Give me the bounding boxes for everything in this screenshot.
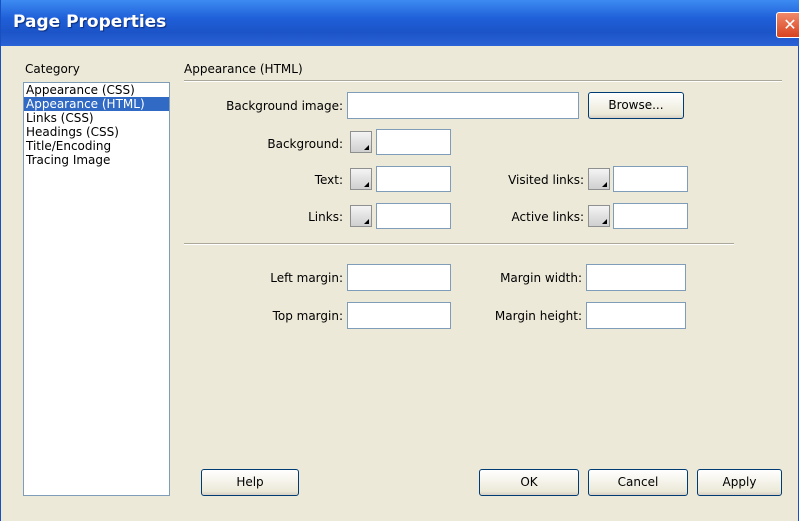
dropdown-corner-icon xyxy=(364,140,369,150)
category-item-appearance-css[interactable]: Appearance (CSS) xyxy=(24,83,169,97)
background-color-input[interactable] xyxy=(376,129,451,155)
margin-height-label: Margin height: xyxy=(494,309,582,323)
left-margin-label: Left margin: xyxy=(270,271,343,285)
ok-button[interactable]: OK xyxy=(479,469,579,496)
background-color-picker[interactable] xyxy=(350,131,372,153)
visited-links-color-picker[interactable] xyxy=(588,168,610,190)
text-color-label: Text: xyxy=(314,173,343,187)
page-properties-dialog: Page Properties ✕ Category Appearance (C… xyxy=(0,0,799,521)
dropdown-corner-icon xyxy=(602,177,607,187)
top-margin-label: Top margin: xyxy=(272,309,343,323)
links-color-picker[interactable] xyxy=(350,205,372,227)
background-label: Background: xyxy=(267,137,343,151)
dropdown-corner-icon xyxy=(364,177,369,187)
background-image-label: Background image: xyxy=(226,99,343,113)
top-margin-input[interactable] xyxy=(347,302,451,329)
margin-height-input[interactable] xyxy=(586,302,686,329)
dropdown-corner-icon xyxy=(364,214,369,224)
active-links-color-picker[interactable] xyxy=(588,205,610,227)
dropdown-corner-icon xyxy=(602,214,607,224)
visited-links-label: Visited links: xyxy=(508,173,584,187)
category-item-headings-css[interactable]: Headings (CSS) xyxy=(24,125,169,139)
text-color-picker[interactable] xyxy=(350,168,372,190)
left-margin-input[interactable] xyxy=(347,264,451,291)
active-links-label: Active links: xyxy=(511,210,584,224)
visited-links-color-input[interactable] xyxy=(613,166,688,192)
links-color-label: Links: xyxy=(308,210,343,224)
apply-button[interactable]: Apply xyxy=(697,469,782,496)
margin-width-label: Margin width: xyxy=(500,271,582,285)
links-color-input[interactable] xyxy=(376,203,451,229)
panel-heading: Appearance (HTML) xyxy=(184,62,303,76)
active-links-color-input[interactable] xyxy=(613,203,688,229)
margin-width-input[interactable] xyxy=(586,264,686,291)
category-item-appearance-html[interactable]: Appearance (HTML) xyxy=(24,97,169,111)
heading-divider xyxy=(184,80,782,82)
text-color-input[interactable] xyxy=(376,166,451,192)
browse-button[interactable]: Browse... xyxy=(588,92,684,119)
category-label: Category xyxy=(25,62,80,76)
background-image-input[interactable] xyxy=(347,92,579,119)
dialog-title: Page Properties xyxy=(13,12,167,32)
section-divider xyxy=(184,243,734,245)
help-button[interactable]: Help xyxy=(201,469,299,496)
close-button[interactable]: ✕ xyxy=(776,12,799,38)
cancel-button[interactable]: Cancel xyxy=(588,469,688,496)
close-icon: ✕ xyxy=(783,15,797,34)
category-item-links-css[interactable]: Links (CSS) xyxy=(24,111,169,125)
title-bar[interactable]: Page Properties ✕ xyxy=(1,0,799,46)
category-item-tracing-image[interactable]: Tracing Image xyxy=(24,153,169,167)
category-item-title-encoding[interactable]: Title/Encoding xyxy=(24,139,169,153)
category-list[interactable]: Appearance (CSS) Appearance (HTML) Links… xyxy=(23,82,170,496)
